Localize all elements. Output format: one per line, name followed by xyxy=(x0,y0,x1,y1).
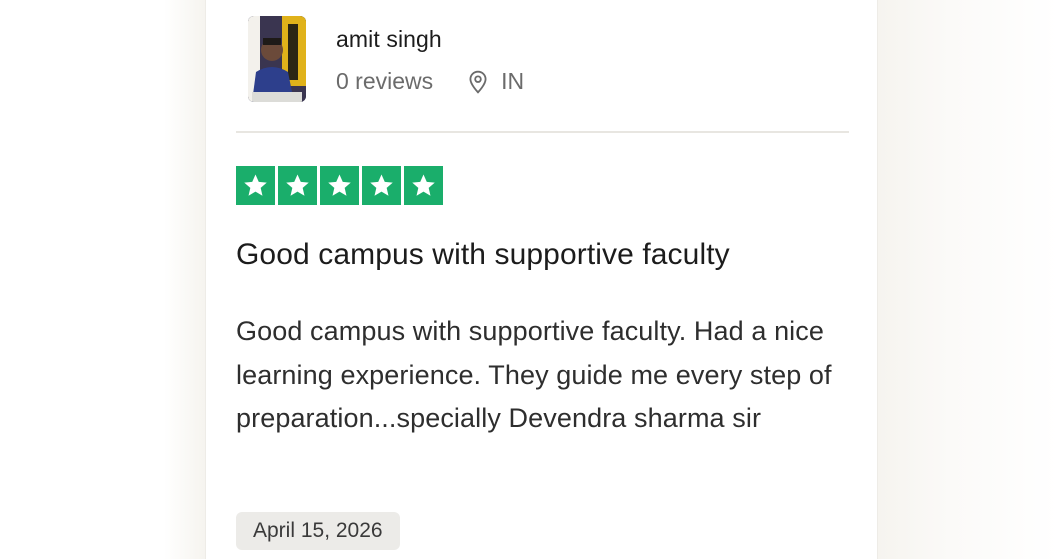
page-background-right xyxy=(878,0,1059,559)
review-body: Good campus with supportive faculty. Had… xyxy=(236,316,832,433)
star-rating xyxy=(236,166,443,205)
review-title[interactable]: Good campus with supportive faculty xyxy=(236,238,866,272)
avatar-photo-icon xyxy=(248,16,306,102)
star-icon xyxy=(320,166,359,205)
header-divider xyxy=(236,131,849,133)
review-date-badge: April 15, 2026 xyxy=(236,512,400,550)
reviewer-name[interactable]: amit singh xyxy=(336,26,442,53)
star-icon xyxy=(362,166,401,205)
map-pin-icon xyxy=(465,69,491,95)
star-icon xyxy=(236,166,275,205)
review-count: 0 reviews xyxy=(336,68,434,94)
reviewer-avatar[interactable] xyxy=(248,16,306,102)
reviewer-meta: 0 reviews IN xyxy=(336,68,524,95)
star-icon xyxy=(278,166,317,205)
page-background-left xyxy=(0,0,205,559)
review-card: amit singh 0 reviews IN Good campus with… xyxy=(205,0,878,559)
star-icon xyxy=(404,166,443,205)
reviewer-country: IN xyxy=(501,68,525,94)
